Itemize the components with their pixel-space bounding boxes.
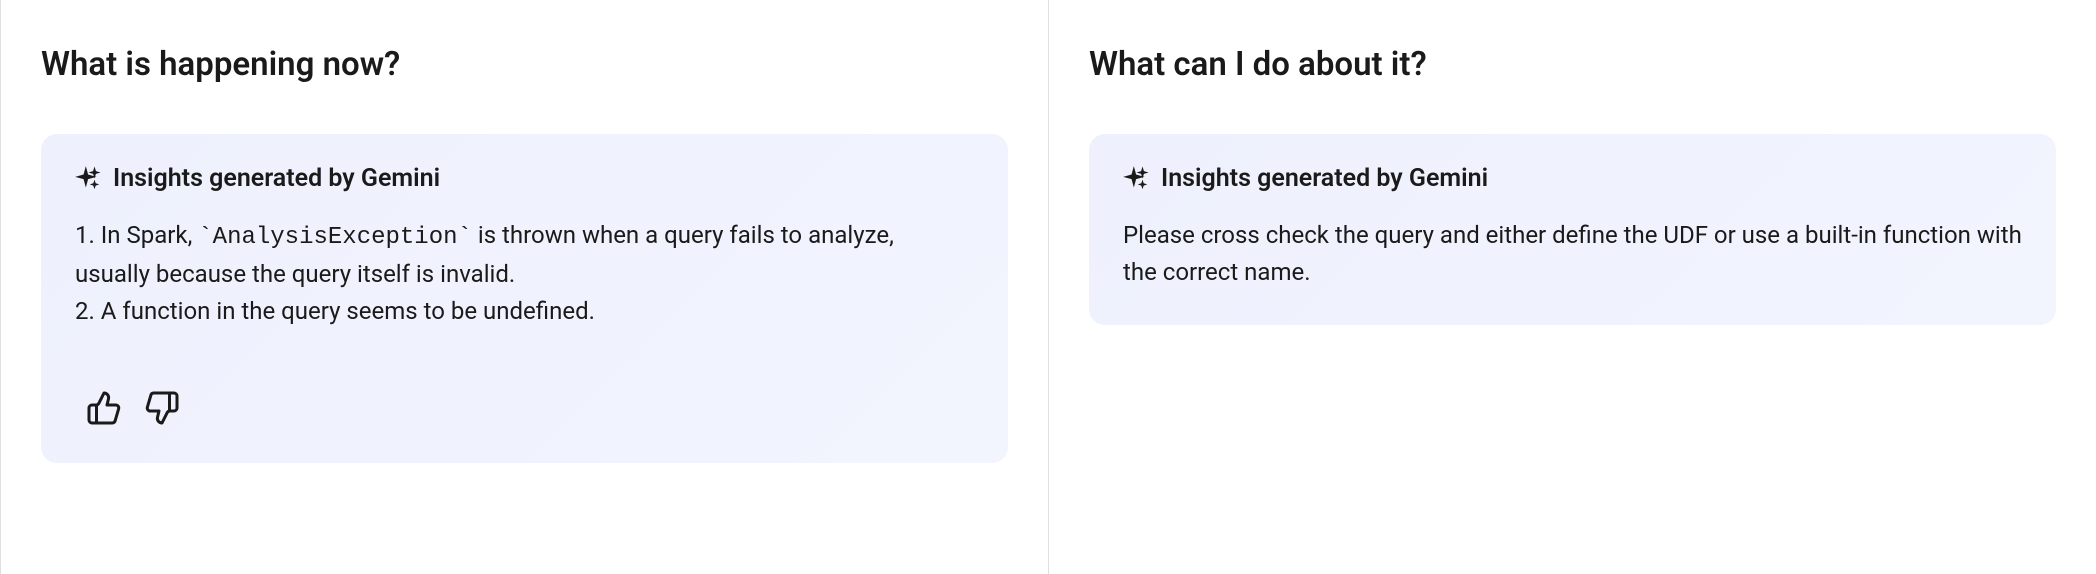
what-to-do-column: What can I do about it? Insights generat… xyxy=(1048,0,2096,574)
happening-now-column: What is happening now? Insights generate… xyxy=(0,0,1048,574)
thumbs-down-icon xyxy=(144,390,180,430)
insight-line-1-prefix: 1. In Spark, xyxy=(75,221,198,249)
insight-header: Insights generated by Gemini xyxy=(1123,164,2022,193)
thumbs-down-button[interactable] xyxy=(143,391,181,429)
insight-label: Insights generated by Gemini xyxy=(1161,164,1488,193)
what-to-do-body: Please cross check the query and either … xyxy=(1123,217,2022,291)
what-to-do-title: What can I do about it? xyxy=(1089,45,2056,84)
insight-line-1: 1. In Spark, `AnalysisException` is thro… xyxy=(75,217,974,293)
insights-container: What is happening now? Insights generate… xyxy=(0,0,2096,574)
happening-now-card: Insights generated by Gemini 1. In Spark… xyxy=(41,134,1008,463)
feedback-row xyxy=(75,391,974,429)
insight-line-2: 2. A function in the query seems to be u… xyxy=(75,293,974,330)
insight-line-1-code: `AnalysisException` xyxy=(198,224,472,251)
happening-now-title: What is happening now? xyxy=(41,45,1008,84)
thumbs-up-icon xyxy=(86,390,122,430)
sparkle-icon xyxy=(1123,166,1149,192)
thumbs-up-button[interactable] xyxy=(85,391,123,429)
happening-now-body: 1. In Spark, `AnalysisException` is thro… xyxy=(75,217,974,331)
insight-label: Insights generated by Gemini xyxy=(113,164,440,193)
sparkle-icon xyxy=(75,166,101,192)
what-to-do-card: Insights generated by Gemini Please cros… xyxy=(1089,134,2056,325)
insight-header: Insights generated by Gemini xyxy=(75,164,974,193)
